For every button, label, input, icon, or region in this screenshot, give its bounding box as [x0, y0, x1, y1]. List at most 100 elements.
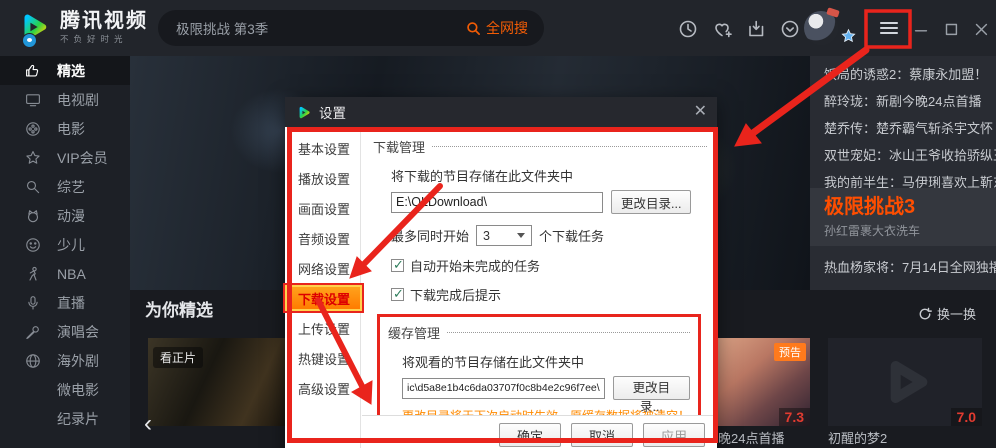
cache-group-header: 缓存管理	[388, 323, 440, 342]
settings-nav-上传设置[interactable]: 上传设置	[285, 315, 360, 341]
ok-button[interactable]: 确定	[499, 423, 561, 447]
sidebar-item-综艺[interactable]: 综艺	[0, 172, 130, 201]
headline-item[interactable]: 双世宠妃：冰山王爷收拾骄纵王	[810, 142, 996, 169]
avatar[interactable]	[804, 11, 838, 45]
download-folder-input[interactable]	[391, 192, 603, 213]
sidebar-item-海外剧[interactable]: 海外剧	[0, 346, 130, 375]
card-caption[interactable]: 初醒的梦2	[828, 428, 887, 447]
rating-badge: 7.3	[779, 408, 810, 426]
dialog-body: 基本设置播放设置画面设置音频设置网络设置下载设置上传设置热键设置高级设置 下载管…	[285, 127, 717, 448]
thumbs-up-icon	[24, 62, 42, 80]
sidebar-item-label: 微电影	[57, 380, 99, 400]
carousel-prev-arrow[interactable]: ‹	[144, 412, 152, 436]
settings-dialog: 设置 ✕ 基本设置播放设置画面设置音频设置网络设置下载设置上传设置热键设置高级设…	[285, 97, 717, 448]
sidebar-item-直播[interactable]: 直播	[0, 288, 130, 317]
chevron-down-icon	[517, 233, 525, 242]
headline-list: 饭局的诱惑2：蔡康永加盟！醉玲珑：新剧今晚24点首播楚乔传：楚乔霸气斩杀宇文怀双…	[810, 56, 996, 196]
notify-checkbox-row[interactable]: 下载完成后提示	[391, 285, 707, 304]
sidebar-item-label: 少儿	[57, 235, 85, 255]
sidebar-item-动漫[interactable]: 动漫	[0, 201, 130, 230]
settings-nav-基本设置[interactable]: 基本设置	[285, 135, 360, 161]
sidebar-item-label: 演唱会	[57, 322, 99, 342]
right-panel: 饭局的诱惑2：蔡康永加盟！醉玲珑：新剧今晚24点首播楚乔传：楚乔霸气斩杀宇文怀双…	[810, 56, 996, 290]
import-icon[interactable]	[746, 19, 766, 39]
top-bar: 腾讯视频 不负好时光 全网搜	[0, 0, 996, 56]
sidebar-item-电影[interactable]: 电影	[0, 114, 130, 143]
sidebar-item-NBA[interactable]: NBA	[0, 259, 130, 288]
history-icon[interactable]	[678, 19, 698, 39]
globe-icon	[24, 352, 42, 370]
featured-subtitle: 孙红雷裹大衣洗车	[824, 222, 996, 239]
download-group-header: 下载管理	[373, 137, 425, 156]
placeholder-play-icon	[873, 350, 937, 414]
player-icon	[24, 265, 42, 283]
headline-item[interactable]: 饭局的诱惑2：蔡康永加盟！	[810, 61, 996, 88]
cache-folder-input[interactable]	[402, 378, 605, 399]
checkbox-checked-icon[interactable]	[391, 259, 404, 272]
sidebar-item-label: VIP会员	[57, 148, 108, 168]
settings-nav-下载设置[interactable]: 下载设置	[285, 285, 362, 311]
sidebar-item-VIP会员[interactable]: VIP会员	[0, 143, 130, 172]
headline-item[interactable]: 楚乔传：楚乔霸气斩杀宇文怀	[810, 115, 996, 142]
sidebar-item-演唱会[interactable]: 演唱会	[0, 317, 130, 346]
maximize-icon[interactable]	[942, 20, 962, 40]
headline-item[interactable]: 醉玲珑：新剧今晚24点首播	[810, 88, 996, 115]
sidebar-item-电视剧[interactable]: 电视剧	[0, 85, 130, 114]
dialog-footer: 确定 取消 应用	[362, 415, 717, 448]
menu-icon[interactable]	[878, 18, 898, 38]
dialog-title: 设置	[319, 102, 694, 122]
sidebar-item-精选[interactable]: 精选	[0, 56, 130, 85]
headline-extra[interactable]: 热血杨家将：7月14日全网独播	[810, 254, 996, 281]
film-icon	[24, 120, 42, 138]
settings-nav-高级设置[interactable]: 高级设置	[285, 375, 360, 401]
change-dir-button[interactable]: 更改目录...	[611, 190, 691, 214]
tv-icon	[24, 91, 42, 109]
section-title: 为你精选	[145, 296, 213, 321]
settings-nav-网络设置[interactable]: 网络设置	[285, 255, 360, 281]
max-tasks-select[interactable]: 3	[476, 225, 532, 246]
search-input[interactable]	[174, 10, 424, 46]
settings-nav-热键设置[interactable]: 热键设置	[285, 345, 360, 371]
sidebar-item-纪录片[interactable]: 纪录片	[0, 404, 130, 433]
settings-nav-音频设置[interactable]: 音频设置	[285, 225, 360, 251]
video-card[interactable]: 7.0	[828, 338, 982, 426]
dialog-close-icon[interactable]: ✕	[694, 104, 707, 120]
apply-button[interactable]: 应用	[643, 423, 705, 447]
concert-mic-icon	[24, 323, 42, 341]
auto-start-checkbox-row[interactable]: 自动开始未完成的任务	[391, 256, 707, 275]
app-name: 腾讯视频	[60, 10, 148, 32]
cat-icon	[24, 207, 42, 225]
close-icon[interactable]	[972, 20, 992, 40]
video-card[interactable]: 看正片	[148, 338, 298, 426]
trailer-badge: 预告	[774, 343, 806, 361]
sidebar-item-少儿[interactable]: 少儿	[0, 230, 130, 259]
refresh-icon	[918, 307, 932, 321]
sidebar-item-label: 电影	[57, 119, 85, 139]
settings-nav-播放设置[interactable]: 播放设置	[285, 165, 360, 191]
change-cache-dir-button[interactable]: 更改目录...	[613, 376, 690, 400]
cancel-button[interactable]: 取消	[571, 423, 633, 447]
watch-feature-badge[interactable]: 看正片	[153, 347, 203, 368]
sidebar-item-label: 电视剧	[57, 90, 99, 110]
max-tasks-suffix: 个下载任务	[539, 226, 604, 245]
card-caption[interactable]: 晚24点首播	[718, 428, 784, 447]
minimize-icon[interactable]	[912, 20, 932, 40]
sidebar-item-微电影[interactable]: 微电影	[0, 375, 130, 404]
featured-show[interactable]: 极限挑战3 孙红雷裹大衣洗车	[810, 188, 996, 246]
settings-content: 下载管理 将下载的节目存储在此文件夹中 更改目录... 最多同时开始 3 个下载…	[361, 127, 717, 448]
settings-nav-画面设置[interactable]: 画面设置	[285, 195, 360, 221]
heart-add-icon[interactable]	[712, 19, 732, 39]
refresh-button[interactable]: 换一换	[918, 304, 976, 323]
video-card[interactable]: 预告 7.3	[718, 338, 810, 426]
download-circle-icon[interactable]	[780, 19, 800, 39]
search-button[interactable]: 全网搜	[460, 16, 534, 40]
sidebar-item-label: NBA	[57, 266, 86, 282]
sidebar-item-label: 直播	[57, 293, 85, 313]
avatar-ribbon	[826, 7, 840, 17]
featured-title: 极限挑战3	[824, 195, 996, 219]
mic-icon	[24, 294, 42, 312]
app-tagline: 不负好时光	[60, 33, 148, 45]
penguin-badge-icon	[22, 33, 37, 48]
checkbox-checked-icon[interactable]	[391, 288, 404, 301]
magnifier-icon	[24, 178, 42, 196]
